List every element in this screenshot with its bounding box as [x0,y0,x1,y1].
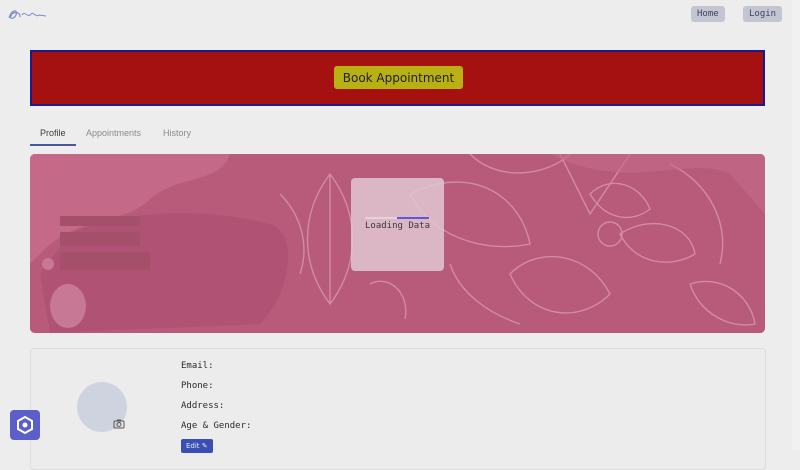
address-label: Address: [181,401,225,411]
tab-profile[interactable]: Profile [40,128,66,138]
tab-history[interactable]: History [163,128,191,138]
logo-icon[interactable] [6,5,48,23]
booking-banner: Book Appointment [30,50,765,106]
edit-profile-button[interactable]: Edit ✎ [181,439,213,453]
profile-hero-card: Loading Data [30,154,765,333]
profile-details-card: Email: Phone: Address: Age & Gender: Edi… [30,348,766,470]
nav-login-button[interactable]: Login [743,6,783,22]
phone-label: Phone: [181,381,214,391]
email-label: Email: [181,361,214,371]
loading-text: Loading Data [364,221,431,231]
tab-appointments[interactable]: Appointments [86,128,141,138]
page-scrollbar-gutter [792,0,800,450]
chat-widget-button[interactable] [10,410,40,440]
active-tab-indicator [30,144,76,146]
camera-icon[interactable] [113,418,125,430]
loading-progress-bar [397,217,429,219]
nav-home-button[interactable]: Home [691,6,725,22]
chat-widget-icon [17,415,33,435]
loading-overlay: Loading Data [351,178,444,271]
age-gender-label: Age & Gender: [181,421,252,431]
book-appointment-button[interactable]: Book Appointment [334,66,463,89]
